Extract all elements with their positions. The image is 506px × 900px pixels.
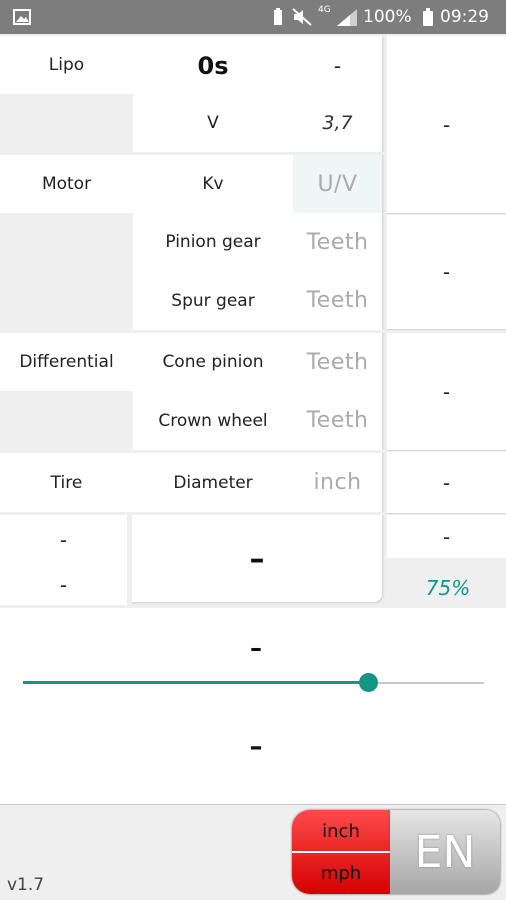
- slider-bottom-value: –: [249, 732, 263, 762]
- lipo-label-cell: Lipo: [0, 36, 133, 94]
- kv-placeholder: U/V: [317, 171, 358, 197]
- battery-percent: 100%: [363, 7, 412, 27]
- tire-label-cell: Tire: [0, 453, 133, 512]
- spur-gear-placeholder: Teeth: [306, 288, 369, 313]
- total-result-cell: -: [387, 515, 506, 558]
- cone-pinion-input[interactable]: Teeth: [293, 333, 382, 391]
- kv-input[interactable]: U/V: [293, 155, 382, 213]
- volt-label: V: [207, 113, 219, 133]
- slider-top-value-cell: –: [156, 628, 356, 668]
- pinion-gear-input[interactable]: Teeth: [293, 213, 382, 271]
- tire-label: Tire: [50, 472, 83, 493]
- volt-label-cell: V: [133, 94, 293, 152]
- lipo-label: Lipo: [48, 55, 85, 75]
- diameter-input[interactable]: inch: [293, 453, 382, 512]
- kv-label-cell: Kv: [133, 155, 293, 213]
- cone-pinion-placeholder: Teeth: [306, 349, 369, 375]
- differential-result-cell: -: [387, 333, 506, 451]
- unit-speed-label: mph: [320, 862, 362, 884]
- lipo-spacer: [0, 94, 133, 152]
- crown-wheel-input[interactable]: Teeth: [293, 391, 382, 450]
- diameter-label-cell: Diameter: [133, 453, 293, 512]
- slider-top-value: –: [250, 634, 262, 662]
- lipo-cells-input[interactable]: 0s: [133, 38, 293, 94]
- motor-spacer: [0, 213, 133, 330]
- tire-result-cell: -: [387, 452, 506, 514]
- battery-icon: [423, 8, 433, 26]
- motor-result: -: [442, 260, 451, 284]
- motor-result-cell: -: [387, 215, 506, 330]
- differential-spacer: [0, 391, 133, 450]
- crown-label-cell: Crown wheel: [133, 391, 293, 450]
- total-left-top-cell: -: [0, 515, 127, 565]
- gallery-icon: [13, 9, 31, 25]
- total-left-top: -: [59, 528, 68, 552]
- crown-wheel-placeholder: Teeth: [306, 408, 369, 433]
- cone-label-cell: Cone pinion: [133, 333, 293, 391]
- status-bar: 4G 100% 09:29: [0, 0, 506, 34]
- footer-divider: [0, 804, 506, 805]
- diameter-placeholder: inch: [313, 470, 362, 495]
- differential-label-cell: Differential: [0, 333, 133, 391]
- battery-saver-icon: [274, 8, 282, 25]
- kv-label: Kv: [202, 174, 224, 194]
- efficiency-percent-cell: 75%: [390, 568, 506, 608]
- lipo-cells-value: 0s: [197, 52, 229, 80]
- volt-value: 3,7: [322, 112, 353, 134]
- lipo-cells-result: -: [333, 54, 342, 78]
- lipo-cells-result-cell: -: [293, 38, 382, 94]
- differential-result: -: [442, 379, 451, 404]
- spur-gear-label: Spur gear: [171, 290, 255, 311]
- volt-input[interactable]: 3,7: [293, 94, 382, 152]
- unit-toggle-button[interactable]: inch mph: [292, 810, 390, 894]
- clock: 09:29: [440, 7, 489, 27]
- cone-pinion-label: Cone pinion: [162, 352, 264, 372]
- unit-length-label: inch: [322, 820, 360, 842]
- lipo-result-cell: -: [387, 36, 506, 214]
- total-left-bottom-cell: -: [0, 565, 127, 605]
- language-button[interactable]: EN: [390, 810, 500, 894]
- lipo-result: -: [442, 112, 451, 137]
- crown-wheel-label: Crown wheel: [158, 410, 268, 431]
- pinion-label-cell: Pinion gear: [133, 213, 293, 271]
- pinion-gear-placeholder: Teeth: [306, 229, 369, 255]
- slider-fill: [23, 681, 369, 684]
- network-type: 4G: [318, 5, 331, 15]
- mute-icon: [292, 8, 312, 26]
- pinion-gear-label: Pinion gear: [165, 232, 261, 252]
- version-label: v1.7: [7, 875, 45, 895]
- total-center: –: [249, 541, 265, 577]
- slider-bottom-value-cell: –: [156, 724, 356, 770]
- total-center-cell: –: [132, 515, 382, 603]
- total-left-bottom: -: [59, 573, 68, 597]
- language-label: EN: [414, 826, 476, 878]
- spur-label-cell: Spur gear: [133, 271, 293, 330]
- signal-icon: [337, 9, 357, 26]
- efficiency-percent: 75%: [425, 576, 471, 600]
- spur-gear-input[interactable]: Teeth: [293, 271, 382, 330]
- motor-label-cell: Motor: [0, 155, 133, 213]
- diameter-label: Diameter: [173, 472, 253, 493]
- tire-result: -: [442, 470, 451, 495]
- total-result: -: [442, 524, 451, 549]
- motor-label: Motor: [41, 174, 92, 194]
- differential-label: Differential: [19, 352, 114, 372]
